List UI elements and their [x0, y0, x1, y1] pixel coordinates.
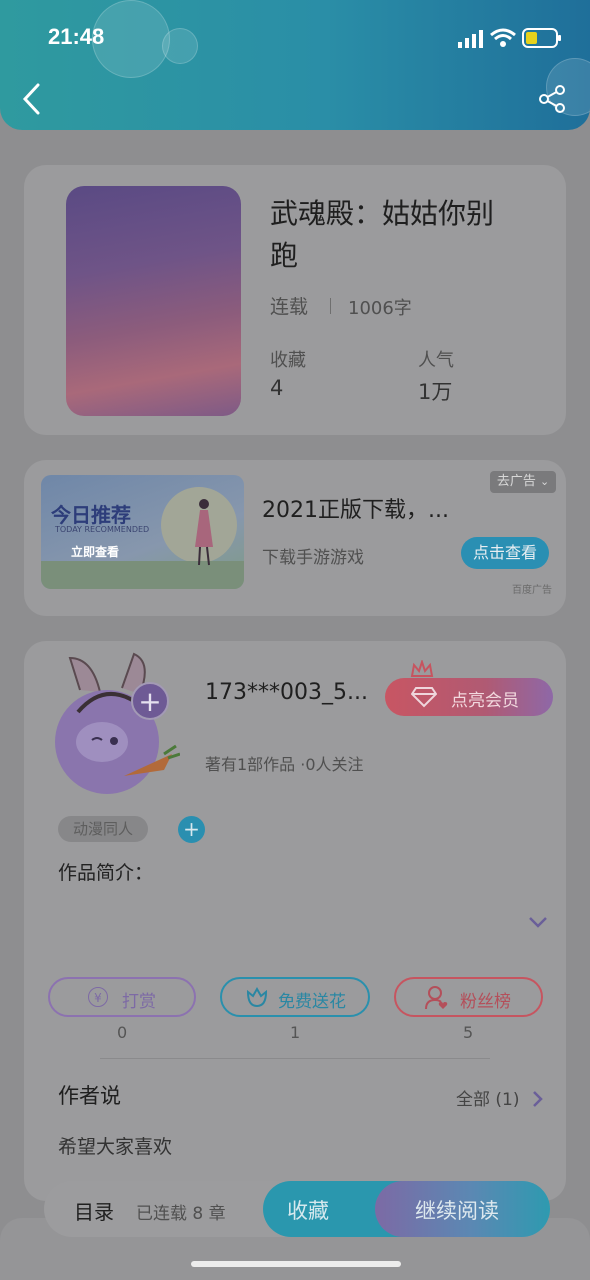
- ad-banner-image[interactable]: 今日推荐 TODAY RECOMMENDED 立即查看: [41, 475, 244, 589]
- chevron-down-icon: ⌄: [539, 475, 550, 488]
- ad-banner-subtitle: TODAY RECOMMENDED: [55, 525, 150, 534]
- home-indicator: [191, 1261, 401, 1267]
- author-name[interactable]: 173***003_5...: [205, 680, 368, 705]
- vip-label: 点亮会员: [451, 691, 519, 711]
- ad-banner-title: 今日推荐: [51, 503, 131, 527]
- popularity-label: 人气: [418, 350, 454, 371]
- toc-button[interactable]: 目录: [74, 1196, 114, 1225]
- diamond-icon: [410, 685, 438, 713]
- continue-reading-button[interactable]: 继续阅读: [375, 1181, 550, 1237]
- favorites-value: 4: [270, 376, 284, 400]
- crown-icon: [410, 658, 434, 678]
- ad-close-label: 去广告: [496, 474, 536, 489]
- top-header: [0, 0, 590, 130]
- ad-title[interactable]: 2021正版下载，...: [262, 492, 449, 524]
- book-cover[interactable]: [66, 186, 241, 416]
- fans-rank-count: 5: [463, 1023, 474, 1042]
- fans-rank-button[interactable]: 粉丝榜: [394, 977, 543, 1017]
- intro-label: 作品简介：: [58, 862, 154, 884]
- book-status: 连载: [270, 296, 309, 318]
- yen-icon: ¥: [88, 987, 108, 1007]
- tip-count: 0: [117, 1023, 128, 1042]
- continue-reading-label: 继续阅读: [415, 1199, 499, 1223]
- ad-source: 百度广告: [512, 585, 552, 596]
- vip-button[interactable]: 点亮会员: [385, 678, 553, 716]
- fans-rank-label: 粉丝榜: [460, 992, 511, 1012]
- divider: [100, 1058, 490, 1059]
- avatar-add-icon[interactable]: +: [131, 682, 169, 720]
- author-avatar[interactable]: [52, 650, 181, 800]
- book-word-count: 1006字: [348, 298, 412, 319]
- ad-banner-action: 立即查看: [71, 545, 120, 559]
- ad-close-button[interactable]: 去广告 ⌄: [490, 471, 556, 493]
- chapters-count: 已连载 8 章: [136, 1204, 226, 1224]
- tip-label: 打赏: [122, 992, 156, 1012]
- flower-label: 免费送花: [278, 992, 346, 1012]
- user-heart-icon: [424, 985, 450, 1015]
- popularity-value: 1万: [418, 380, 453, 404]
- author-tag[interactable]: 动漫同人: [58, 816, 148, 842]
- author-says-content: 希望大家喜欢: [58, 1136, 173, 1158]
- author-says-all-link[interactable]: 全部 (1): [456, 1085, 543, 1112]
- ad-description: 下载手游游戏: [262, 548, 364, 568]
- favorites-label: 收藏: [270, 350, 306, 371]
- back-icon[interactable]: [20, 82, 44, 116]
- flower-count: 1: [290, 1023, 301, 1042]
- woman-figure-icon: [191, 497, 217, 569]
- signal-icon: [458, 30, 484, 48]
- tip-button[interactable]: ¥ 打赏: [48, 977, 196, 1017]
- flower-icon: [244, 986, 270, 1014]
- chevron-right-icon: [531, 1090, 543, 1112]
- wifi-icon: [490, 28, 516, 48]
- share-icon[interactable]: [538, 84, 568, 114]
- add-tag-icon[interactable]: +: [178, 816, 205, 843]
- divider: [330, 298, 331, 314]
- battery-icon: [522, 27, 562, 49]
- author-stats: 著有1部作品 ·0人关注: [205, 755, 364, 774]
- expand-chevron-icon[interactable]: [527, 914, 549, 930]
- book-title: 武魂殿：姑姑你别 跑: [270, 197, 495, 272]
- flower-button[interactable]: 免费送花: [220, 977, 370, 1017]
- author-says-all-label: 全部 (1): [456, 1090, 520, 1110]
- author-says-title: 作者说: [58, 1084, 121, 1108]
- status-time: 21:48: [48, 24, 105, 49]
- ad-cta-button[interactable]: 点击查看: [461, 537, 549, 569]
- collect-label: 收藏: [287, 1199, 329, 1223]
